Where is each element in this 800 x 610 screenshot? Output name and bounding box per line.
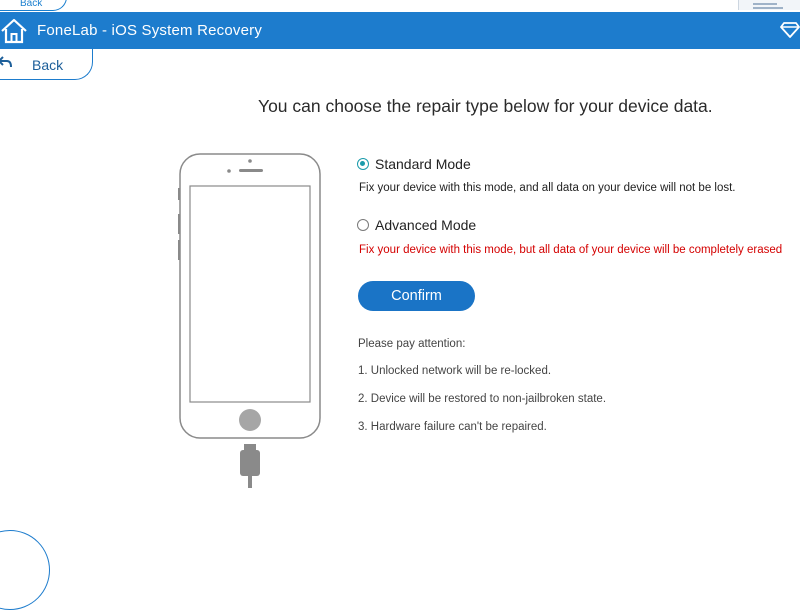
standard-mode-option[interactable]: Standard Mode bbox=[357, 156, 471, 172]
title-bar: FoneLab - iOS System Recovery bbox=[0, 12, 800, 49]
attention-item: 1. Unlocked network will be re-locked. bbox=[358, 365, 552, 377]
attention-item: 3. Hardware failure can't be repaired. bbox=[358, 421, 547, 433]
standard-mode-label: Standard Mode bbox=[375, 156, 471, 172]
standard-mode-description: Fix your device with this mode, and all … bbox=[359, 182, 736, 194]
page-heading: You can choose the repair type below for… bbox=[258, 96, 713, 116]
advanced-mode-warning: Fix your device with this mode, but all … bbox=[359, 244, 783, 256]
diamond-icon[interactable] bbox=[780, 22, 800, 38]
background-back-label: Back bbox=[20, 0, 43, 9]
confirm-button[interactable]: Confirm bbox=[358, 281, 475, 311]
attention-item: 2. Device will be restored to non-jailbr… bbox=[358, 393, 607, 405]
background-back-button[interactable]: Back bbox=[0, 0, 67, 11]
app-title: FoneLab - iOS System Recovery bbox=[37, 22, 263, 39]
back-arrow-icon bbox=[0, 56, 12, 68]
attention-title: Please pay attention: bbox=[358, 338, 466, 350]
attention-list: 1. Unlocked network will be re-locked. 2… bbox=[358, 365, 606, 449]
home-icon[interactable] bbox=[0, 18, 28, 44]
back-button[interactable]: Back bbox=[0, 49, 93, 80]
advanced-mode-label: Advanced Mode bbox=[375, 217, 477, 233]
back-label: Back bbox=[32, 57, 64, 73]
top-strip bbox=[0, 0, 800, 12]
phone-illustration bbox=[178, 153, 321, 488]
advanced-mode-option[interactable]: Advanced Mode bbox=[357, 217, 476, 233]
advanced-mode-radio[interactable] bbox=[357, 219, 369, 231]
corner-decoration bbox=[0, 530, 50, 610]
standard-mode-radio[interactable] bbox=[357, 158, 369, 170]
background-window-thumbnail bbox=[738, 0, 800, 10]
